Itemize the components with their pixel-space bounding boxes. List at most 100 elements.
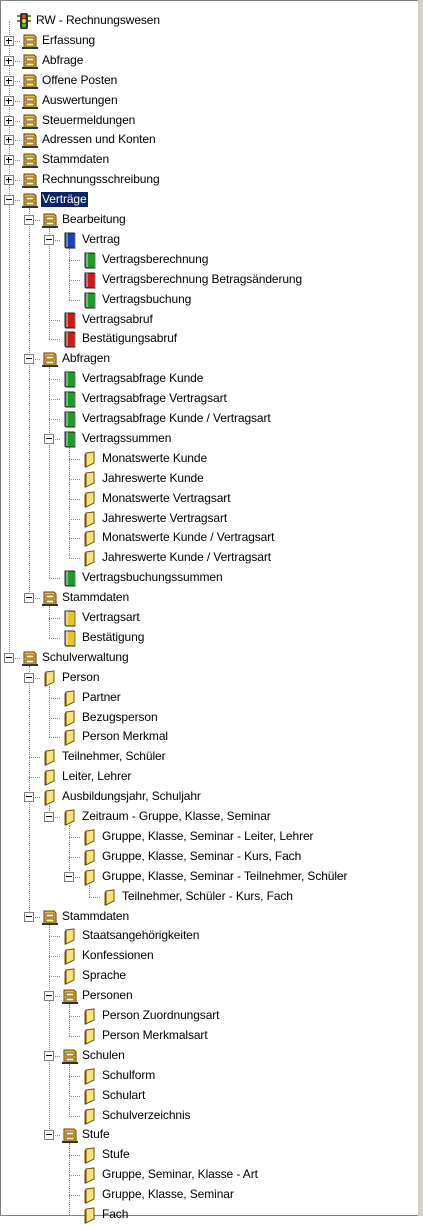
expand-toggle[interactable] bbox=[4, 95, 14, 106]
tree-node-label[interactable]: Gruppe, Klasse, Seminar - Kurs, Fach bbox=[101, 849, 302, 864]
expand-toggle[interactable] bbox=[4, 175, 14, 186]
tree-node[interactable]: Vertragsberechnung Betragsänderung bbox=[0, 270, 417, 290]
tree-node[interactable]: Stammdaten bbox=[0, 588, 417, 608]
tree-node[interactable]: Personen bbox=[0, 986, 417, 1006]
tree-node-label[interactable]: Stammdaten bbox=[61, 590, 130, 605]
tree-node[interactable]: Adressen und Konten bbox=[0, 130, 417, 150]
tree-node[interactable]: Vertragsbuchung bbox=[0, 290, 417, 310]
expand-toggle[interactable] bbox=[4, 35, 14, 46]
tree-node[interactable]: Stufe bbox=[0, 1145, 417, 1165]
tree-node-label[interactable]: Gruppe, Klasse, Seminar bbox=[101, 1187, 235, 1202]
tree-node-label[interactable]: Auswertungen bbox=[41, 93, 119, 108]
expand-toggle[interactable] bbox=[4, 135, 14, 146]
tree-node-label[interactable]: Stufe bbox=[81, 1127, 111, 1142]
tree-node-label[interactable]: Monatswerte Kunde / Vertragsart bbox=[101, 530, 275, 545]
collapse-toggle[interactable] bbox=[44, 433, 54, 444]
tree-node-label[interactable]: RW - Rechnungswesen bbox=[35, 13, 161, 28]
collapse-toggle[interactable] bbox=[24, 593, 34, 604]
tree-node-label[interactable]: Monatswerte Kunde bbox=[101, 451, 208, 466]
tree-node[interactable]: Teilnehmer, Schüler bbox=[0, 747, 417, 767]
tree-node-label[interactable]: Person Merkmal bbox=[81, 729, 169, 744]
tree-node-label[interactable]: Offene Posten bbox=[41, 73, 118, 88]
tree-node[interactable]: Teilnehmer, Schüler - Kurs, Fach bbox=[0, 887, 417, 907]
tree-node[interactable]: Leiter, Lehrer bbox=[0, 767, 417, 787]
tree-node-label[interactable]: Stammdaten bbox=[61, 909, 130, 924]
tree-node[interactable]: Stammdaten bbox=[0, 150, 417, 170]
tree-node[interactable]: Monatswerte Vertragsart bbox=[0, 489, 417, 509]
collapse-toggle[interactable] bbox=[4, 195, 14, 206]
tree-node[interactable]: Vertragssummen bbox=[0, 429, 417, 449]
collapse-toggle[interactable] bbox=[44, 991, 54, 1002]
tree-node[interactable]: Jahreswerte Kunde bbox=[0, 469, 417, 489]
tree-node-label[interactable]: Staatsangehörigkeiten bbox=[81, 928, 200, 943]
tree-node-label[interactable]: Person bbox=[61, 670, 100, 685]
tree-node[interactable]: Schulverwaltung bbox=[0, 648, 417, 668]
tree-node-label[interactable]: Vertragsbuchungssummen bbox=[81, 570, 224, 585]
tree-node[interactable]: Verträge bbox=[0, 190, 417, 210]
collapse-toggle[interactable] bbox=[44, 1130, 54, 1141]
collapse-toggle[interactable] bbox=[24, 911, 34, 922]
tree-node-label[interactable]: Rechnungsschreibung bbox=[41, 172, 161, 187]
expand-toggle[interactable] bbox=[4, 115, 14, 126]
tree-node-label[interactable]: Vertragsberechnung bbox=[101, 252, 209, 267]
collapse-toggle[interactable] bbox=[24, 354, 34, 365]
scrollbar[interactable] bbox=[418, 0, 423, 1216]
tree-node-label[interactable]: Schulverwaltung bbox=[41, 650, 130, 665]
tree-node[interactable]: Gruppe, Klasse, Seminar - Teilnehmer, Sc… bbox=[0, 867, 417, 887]
tree-node-label[interactable]: Vertragsabfrage Kunde bbox=[81, 371, 204, 386]
collapse-toggle[interactable] bbox=[44, 234, 54, 245]
tree-node-label[interactable]: Konfessionen bbox=[81, 948, 155, 963]
tree-node-label[interactable]: Schulart bbox=[101, 1088, 146, 1103]
tree-node-label[interactable]: Vertragsabfrage Vertragsart bbox=[81, 391, 228, 406]
tree-node-label[interactable]: Stammdaten bbox=[41, 152, 110, 167]
tree-node[interactable]: Staatsangehörigkeiten bbox=[0, 926, 417, 946]
tree-node-label[interactable]: Adressen und Konten bbox=[41, 132, 157, 147]
tree-node[interactable]: Monatswerte Kunde bbox=[0, 449, 417, 469]
tree-node[interactable]: Bearbeitung bbox=[0, 210, 417, 230]
tree-node[interactable]: Fach bbox=[0, 1205, 417, 1225]
tree-node[interactable]: Ausbildungsjahr, Schuljahr bbox=[0, 787, 417, 807]
tree-node[interactable]: Jahreswerte Kunde / Vertragsart bbox=[0, 548, 417, 568]
tree-node-label[interactable]: Steuermeldungen bbox=[41, 113, 136, 128]
tree-node-label[interactable]: Abfrage bbox=[41, 53, 84, 68]
tree-node[interactable]: Vertrag bbox=[0, 230, 417, 250]
tree-node[interactable]: Bestätigung bbox=[0, 628, 417, 648]
tree-node-label[interactable]: Vertragsabfrage Kunde / Vertragsart bbox=[81, 411, 272, 426]
tree-node[interactable]: Person Merkmalsart bbox=[0, 1026, 417, 1046]
tree-node-label[interactable]: Vertragsabruf bbox=[81, 312, 154, 327]
tree-node[interactable]: Vertragsberechnung bbox=[0, 250, 417, 270]
tree-node[interactable]: Steuermeldungen bbox=[0, 111, 417, 131]
tree-node-label[interactable]: Vertragsberechnung Betragsänderung bbox=[101, 272, 303, 287]
tree-node[interactable]: Bezugsperson bbox=[0, 708, 417, 728]
tree-node[interactable]: Gruppe, Seminar, Klasse - Art bbox=[0, 1165, 417, 1185]
tree-node[interactable]: Vertragsart bbox=[0, 608, 417, 628]
tree-node-label[interactable]: Leiter, Lehrer bbox=[61, 769, 132, 784]
tree-node-label[interactable]: Vertrag bbox=[81, 232, 121, 247]
expand-toggle[interactable] bbox=[4, 155, 14, 166]
tree-node-label[interactable]: Zeitraum - Gruppe, Klasse, Seminar bbox=[81, 809, 272, 824]
tree-node-label[interactable]: Fach bbox=[101, 1207, 129, 1222]
tree-node[interactable]: Schulform bbox=[0, 1066, 417, 1086]
tree-node-label[interactable]: Schulen bbox=[81, 1048, 126, 1063]
tree-node-label[interactable]: Vertragsart bbox=[81, 610, 141, 625]
collapse-toggle[interactable] bbox=[44, 1050, 54, 1061]
tree-node-label[interactable]: Partner bbox=[81, 690, 122, 705]
tree-node[interactable]: Auswertungen bbox=[0, 91, 417, 111]
tree-node-label[interactable]: Erfassung bbox=[41, 33, 96, 48]
tree-node[interactable]: Stammdaten bbox=[0, 907, 417, 927]
tree-node[interactable]: RW - Rechnungswesen bbox=[0, 11, 417, 31]
tree-node-label[interactable]: Ausbildungsjahr, Schuljahr bbox=[61, 789, 202, 804]
tree-node[interactable]: Bestätigungsabruf bbox=[0, 329, 417, 349]
tree-node[interactable]: Monatswerte Kunde / Vertragsart bbox=[0, 528, 417, 548]
tree-node[interactable]: Vertragsbuchungssummen bbox=[0, 568, 417, 588]
tree-node-label[interactable]: Schulform bbox=[101, 1068, 156, 1083]
tree-node-label[interactable]: Bestätigung bbox=[81, 630, 145, 645]
tree-node-label[interactable]: Jahreswerte Kunde / Vertragsart bbox=[101, 550, 272, 565]
tree-node[interactable]: Abfrage bbox=[0, 51, 417, 71]
tree-node[interactable]: Gruppe, Klasse, Seminar - Kurs, Fach bbox=[0, 847, 417, 867]
tree-node[interactable]: Gruppe, Klasse, Seminar bbox=[0, 1185, 417, 1205]
collapse-toggle[interactable] bbox=[64, 871, 74, 882]
tree-node[interactable]: Stufe bbox=[0, 1125, 417, 1145]
collapse-toggle[interactable] bbox=[24, 672, 34, 683]
tree-node[interactable]: Zeitraum - Gruppe, Klasse, Seminar bbox=[0, 807, 417, 827]
